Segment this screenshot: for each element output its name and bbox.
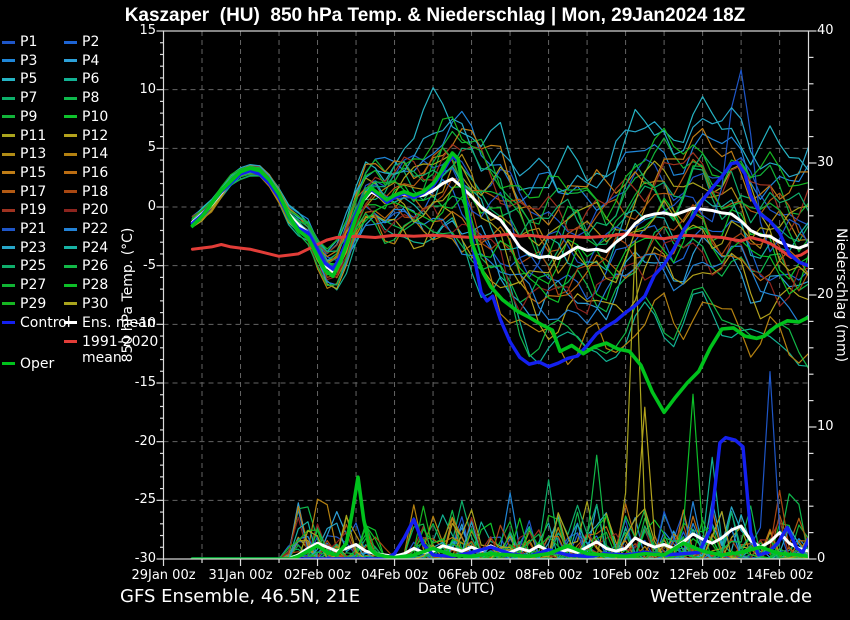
temp-tick-label: -15	[114, 375, 156, 390]
precip-tick-label: 20	[817, 287, 850, 302]
ensemble-meteogram-page: Kaszaper (HU) 850 hPa Temp. & Niederschl…	[0, 0, 850, 620]
precip-tick-label: 40	[817, 23, 850, 38]
temp-tick-label: -20	[114, 434, 156, 449]
temp-tick-label: -30	[114, 551, 156, 566]
precip-tick-label: 30	[817, 155, 850, 170]
precip-tick-label: 10	[817, 419, 850, 434]
model-location-label: GFS Ensemble, 46.5N, 21E	[120, 586, 360, 607]
date-tick-label: 14Feb 00z	[738, 568, 822, 583]
date-tick-label: 29Jan 00z	[122, 568, 206, 583]
temp-tick-label: 10	[114, 82, 156, 97]
date-tick-label: 10Feb 00z	[584, 568, 668, 583]
date-tick-label: 12Feb 00z	[661, 568, 745, 583]
temp-tick-label: -10	[114, 316, 156, 331]
temp-axis-title: 850 hPa Temp. (°C)	[120, 228, 136, 363]
date-tick-label: 06Feb 00z	[430, 568, 514, 583]
series-lines	[192, 70, 808, 559]
wetterzentrale-brand: Wetterzentrale.de	[650, 586, 812, 607]
temp-tick-label: 15	[114, 23, 156, 38]
precip-tick-label: 0	[817, 551, 850, 566]
date-tick-label: 04Feb 00z	[353, 568, 437, 583]
x-axis-title: Date (UTC)	[418, 581, 495, 597]
temp-tick-label: 0	[114, 199, 156, 214]
temp-tick-label: 5	[114, 140, 156, 155]
date-tick-label: 08Feb 00z	[507, 568, 591, 583]
date-tick-label: 02Feb 00z	[276, 568, 360, 583]
member-precip-line-P11	[192, 241, 808, 559]
temp-tick-label: -5	[114, 258, 156, 273]
temp-tick-label: -25	[114, 492, 156, 507]
date-tick-label: 31Jan 00z	[199, 568, 283, 583]
